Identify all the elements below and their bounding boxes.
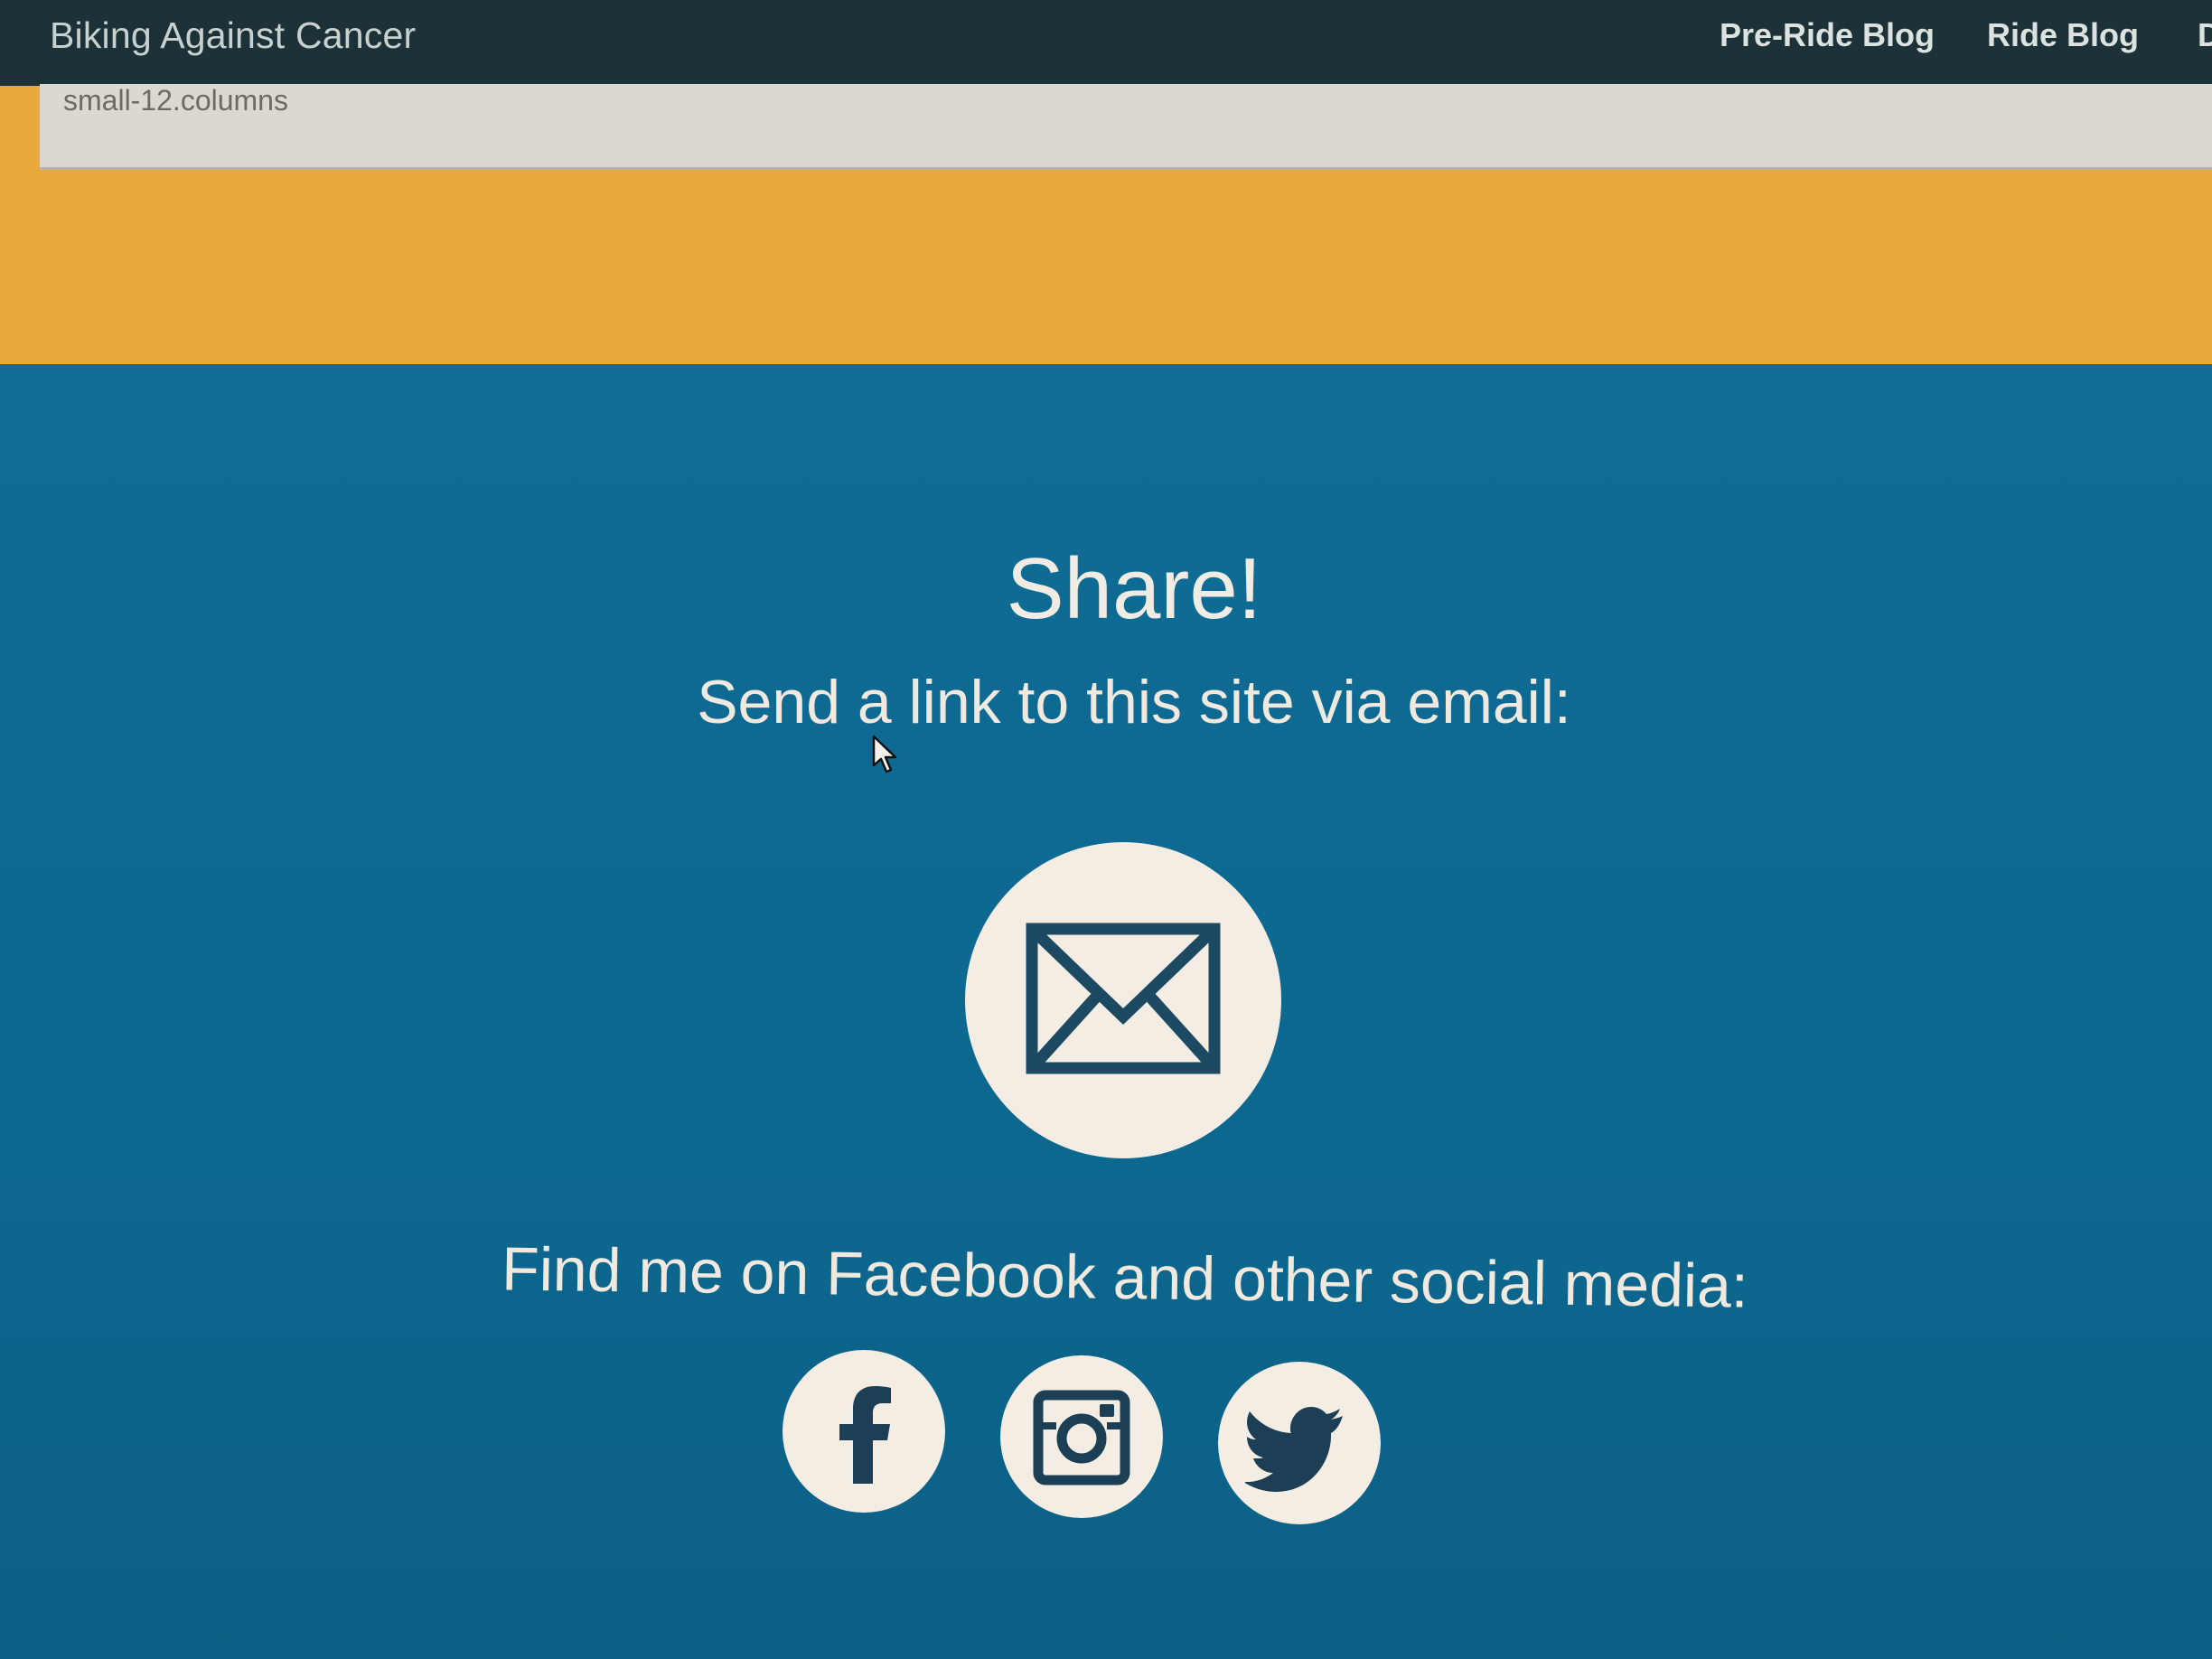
twitter-icon — [1245, 1407, 1343, 1492]
nav-link-ride-blog[interactable]: Ride Blog — [1987, 16, 2139, 54]
nav-link-pre-ride-blog[interactable]: Pre-Ride Blog — [1720, 16, 1935, 54]
page: Biking Against Cancer Pre-Ride Blog Ride… — [0, 0, 2212, 1659]
mouse-cursor-icon — [872, 735, 897, 773]
share-email-prompt: Send a link to this site via email: — [697, 668, 1571, 736]
nav-link-truncated[interactable]: D — [2198, 16, 2212, 54]
email-share-button[interactable] — [965, 842, 1281, 1158]
site-brand-link[interactable]: Biking Against Cancer — [50, 14, 416, 57]
facebook-icon — [839, 1386, 891, 1484]
twitter-link-button[interactable] — [1218, 1362, 1381, 1524]
instagram-icon — [1033, 1390, 1130, 1486]
share-heading: Share! — [1006, 540, 1262, 637]
debug-column-label: small-12.columns — [63, 84, 288, 117]
debug-column-strip: small-12.columns — [40, 84, 2212, 170]
facebook-link-button[interactable] — [783, 1350, 945, 1513]
instagram-link-button[interactable] — [1000, 1355, 1163, 1518]
envelope-icon — [1026, 923, 1221, 1074]
top-navigation-bar: Biking Against Cancer Pre-Ride Blog Ride… — [0, 0, 2212, 86]
